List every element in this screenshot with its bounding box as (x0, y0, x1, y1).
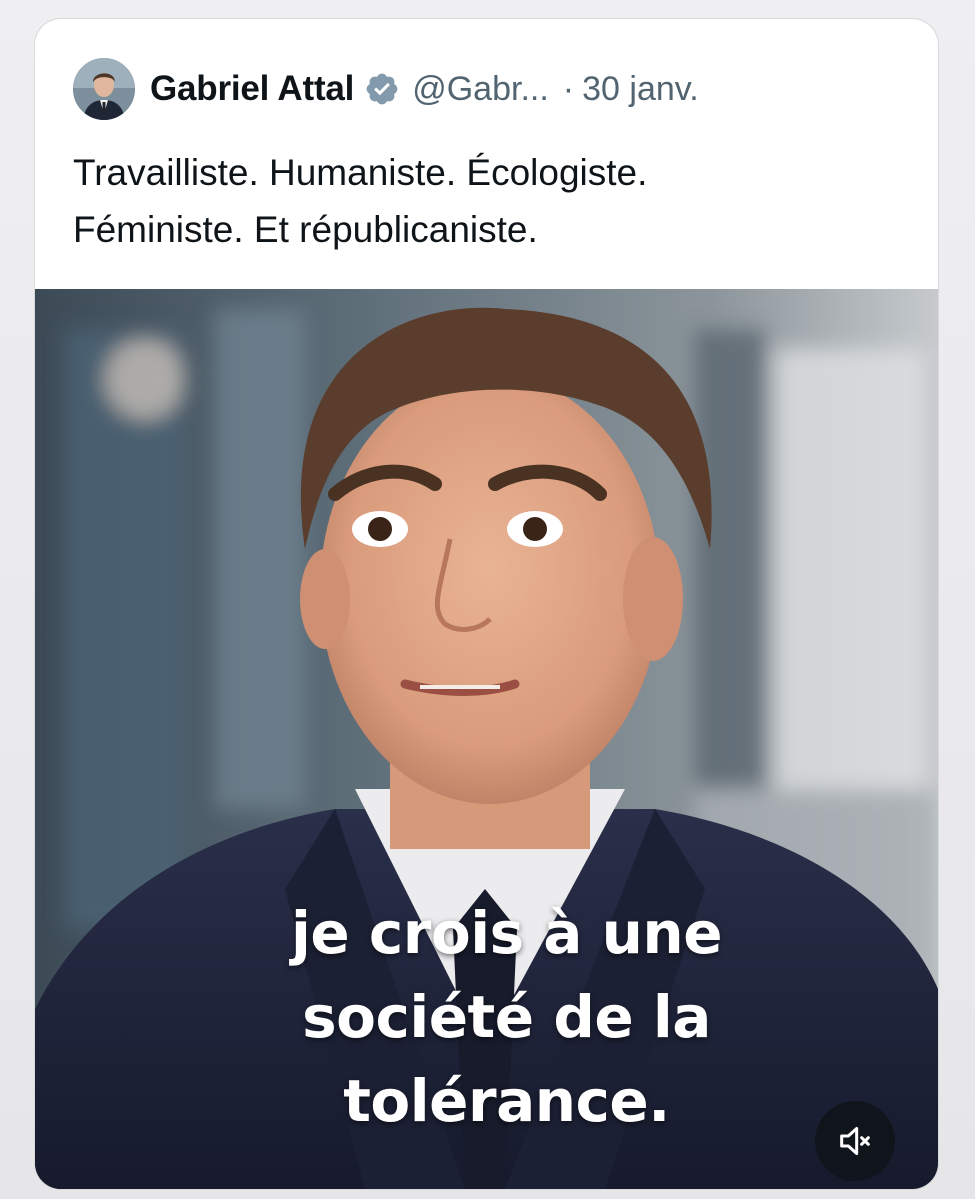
tweet-text-line: Féministe. Et républicaniste. (73, 209, 538, 250)
verified-badge-icon (364, 71, 400, 107)
tweet-card[interactable]: Gabriel Attal @Gabr... · 30 janv. Travai… (35, 19, 938, 1189)
subtitle-line: je crois à une (290, 899, 723, 967)
separator-dot: · (562, 69, 575, 108)
screenshot-page: Gabriel Attal @Gabr... · 30 janv. Travai… (0, 0, 975, 1199)
author-name[interactable]: Gabriel Attal (150, 69, 354, 109)
avatar[interactable] (73, 58, 135, 120)
tweet-text: Travailliste. Humaniste. Écologiste. Fém… (73, 144, 913, 258)
speaker-muted-icon (840, 1127, 870, 1155)
tweet-text-line: Travailliste. Humaniste. Écologiste. (73, 152, 648, 193)
avatar-portrait (73, 58, 135, 120)
subtitle-line: tolérance. (343, 1067, 670, 1135)
tweet-header: Gabriel Attal @Gabr... · 30 janv. (73, 57, 699, 121)
tweet-date[interactable]: 30 janv. (582, 70, 699, 109)
video-player[interactable]: je crois à une société de la tolérance. (35, 289, 938, 1189)
author-handle[interactable]: @Gabr... (412, 70, 549, 109)
mute-button[interactable] (815, 1101, 895, 1181)
subtitle-line: société de la (302, 983, 711, 1051)
video-subtitle: je crois à une société de la tolérance. (35, 891, 938, 1143)
